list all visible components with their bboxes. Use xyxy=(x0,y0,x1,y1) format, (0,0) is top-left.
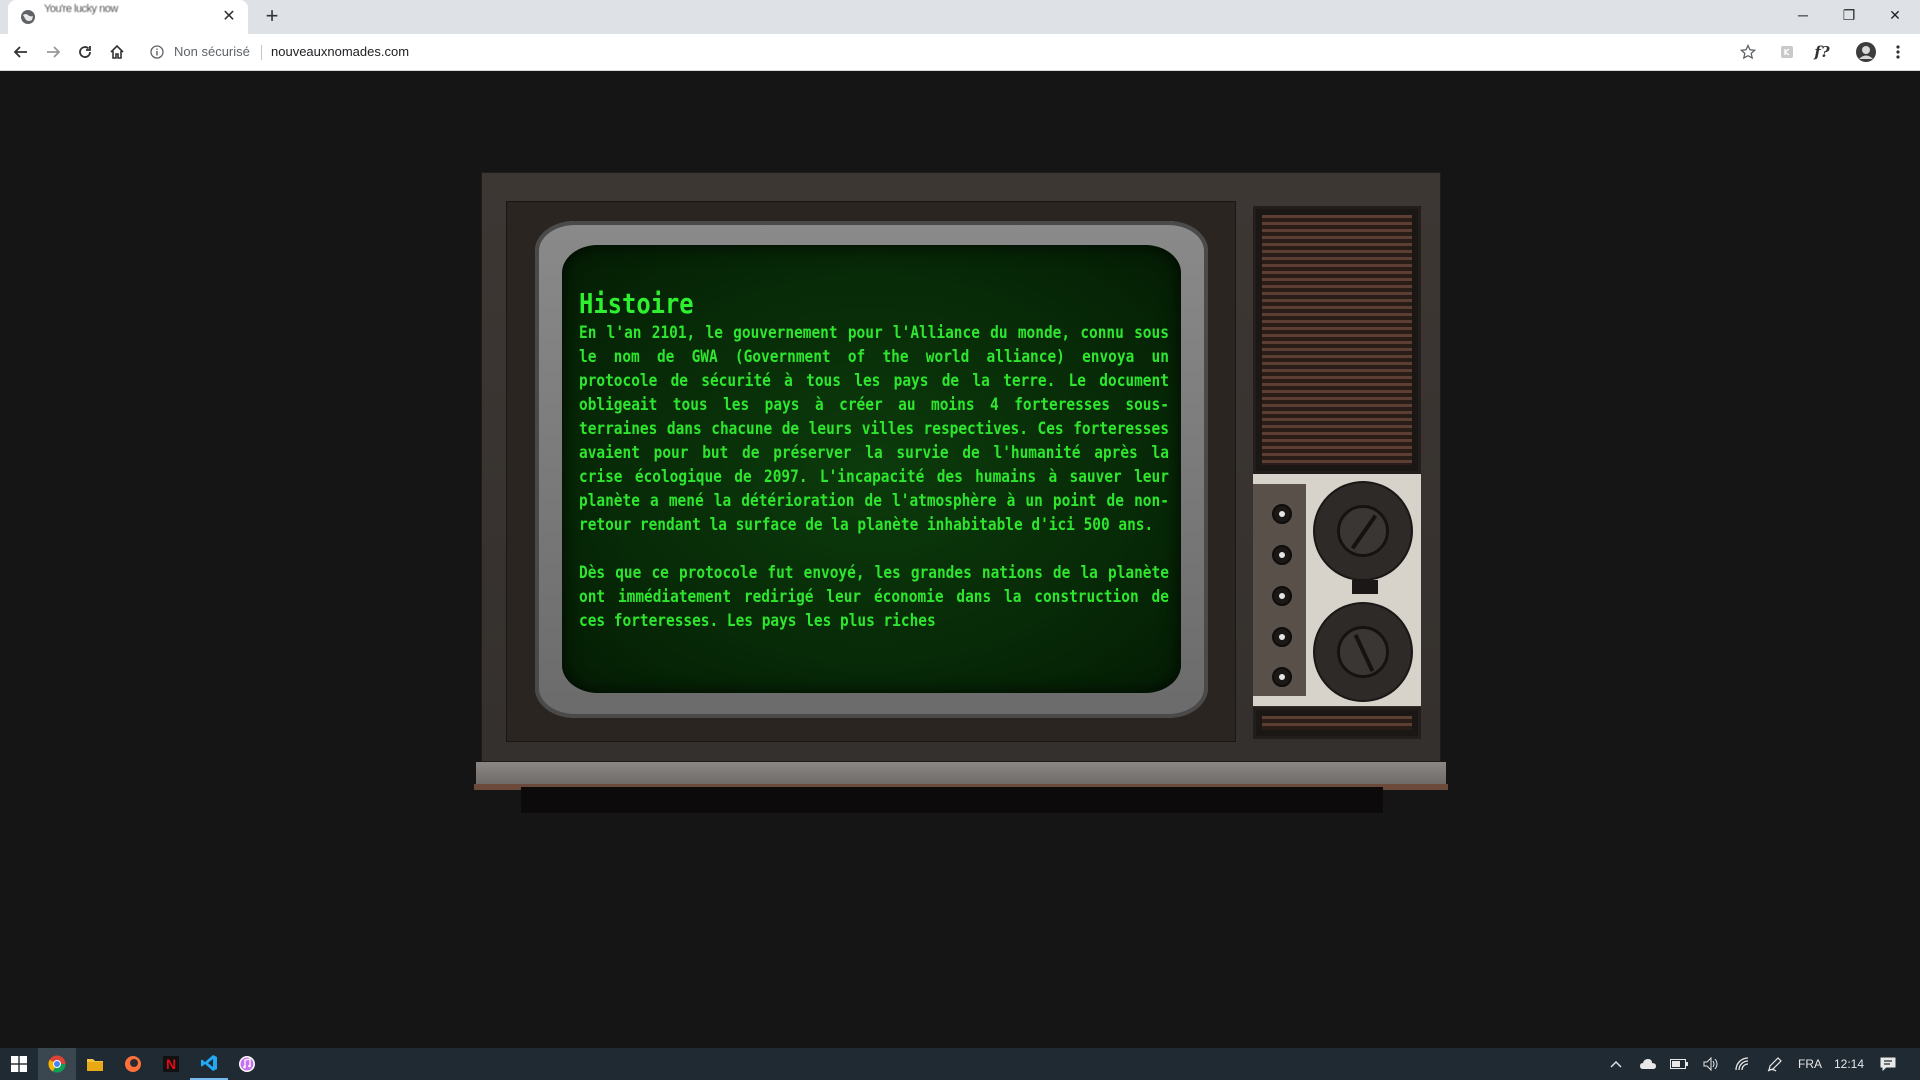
minimize-button[interactable]: ─ xyxy=(1780,0,1826,30)
taskbar-chrome[interactable] xyxy=(38,1048,76,1080)
dial-indicator xyxy=(1353,634,1375,672)
tray-notifications[interactable] xyxy=(1874,1048,1902,1080)
taskbar-netflix[interactable]: N xyxy=(152,1048,190,1080)
pen-icon xyxy=(1767,1057,1782,1072)
star-icon xyxy=(1740,44,1756,60)
tv-dial-bottom[interactable] xyxy=(1315,604,1411,700)
omnibox-separator xyxy=(261,45,262,60)
reload-button[interactable] xyxy=(70,38,100,66)
security-label[interactable]: Non sécurisé xyxy=(174,44,250,59)
tv-button[interactable] xyxy=(1272,545,1292,565)
forward-button[interactable] xyxy=(38,38,68,66)
extension-button-2[interactable]: f? xyxy=(1808,38,1836,66)
vent-slats xyxy=(1262,716,1412,730)
tray-onedrive[interactable] xyxy=(1636,1048,1660,1080)
tv-button-strip xyxy=(1253,484,1306,696)
tv-screen: Histoire En l'an 2101, le gouvernement p… xyxy=(562,245,1181,693)
itunes-icon xyxy=(239,1056,255,1072)
wifi-icon xyxy=(1735,1057,1749,1071)
tray-volume[interactable] xyxy=(1699,1048,1723,1080)
dial-center xyxy=(1337,505,1389,557)
url-text[interactable]: nouveauxnomades.com xyxy=(271,44,409,59)
address-bar[interactable]: Non sécurisé nouveauxnomades.com xyxy=(142,38,1762,66)
tv-stand xyxy=(521,787,1383,813)
speaker-icon xyxy=(1703,1057,1718,1071)
tab-close-button[interactable]: ✕ xyxy=(220,8,238,26)
restore-button[interactable]: ❐ xyxy=(1826,0,1872,30)
home-button[interactable] xyxy=(102,38,132,66)
dial-indicator xyxy=(1350,514,1378,550)
tray-pen[interactable] xyxy=(1763,1048,1787,1080)
tray-battery[interactable] xyxy=(1667,1048,1691,1080)
extension-icon xyxy=(1781,46,1793,58)
folder-icon xyxy=(87,1059,103,1071)
screen-text-area[interactable]: Histoire En l'an 2101, le gouvernement p… xyxy=(579,287,1169,649)
screen-paragraph: Dès que ce protocole fut envoyé, les gra… xyxy=(579,563,1169,631)
start-button[interactable] xyxy=(0,1048,38,1080)
browser-toolbar: Non sécurisé nouveauxnomades.com f? xyxy=(0,34,1920,71)
screen-paragraph: En l'an 2101, le gouvernement pour l'All… xyxy=(579,323,1169,535)
profile-button[interactable] xyxy=(1852,38,1880,66)
tv-control-panel xyxy=(1253,474,1421,706)
back-button[interactable] xyxy=(6,38,36,66)
tv-button[interactable] xyxy=(1272,667,1292,687)
speaker-slats xyxy=(1262,215,1412,465)
taskbar: N FRA 12:14 xyxy=(0,1048,1920,1080)
tray-clock[interactable]: 12:14 xyxy=(1830,1048,1868,1080)
screen-title: Histoire xyxy=(579,287,694,320)
tray-language[interactable]: FRA xyxy=(1794,1048,1826,1080)
tray-network[interactable] xyxy=(1731,1048,1755,1080)
cloud-icon xyxy=(1640,1059,1656,1069)
page-content: Histoire En l'an 2101, le gouvernement p… xyxy=(0,72,1920,1048)
notification-icon xyxy=(1880,1057,1896,1071)
taskbar-firefox[interactable] xyxy=(114,1048,152,1080)
tv-button[interactable] xyxy=(1272,586,1292,606)
firefox-icon xyxy=(125,1056,141,1072)
bookmark-button[interactable] xyxy=(1734,38,1762,66)
taskbar-vscode[interactable] xyxy=(190,1048,228,1080)
windows-start-icon xyxy=(11,1056,27,1072)
taskbar-itunes[interactable] xyxy=(228,1048,266,1080)
tv-screen-housing: Histoire En l'an 2101, le gouvernement p… xyxy=(506,201,1236,742)
tv-cabinet: Histoire En l'an 2101, le gouvernement p… xyxy=(481,172,1441,762)
browser-tab[interactable]: You're lucky now ✕ xyxy=(8,0,248,34)
tv-button[interactable] xyxy=(1272,627,1292,647)
globe-icon xyxy=(21,10,35,24)
extension-button-1[interactable] xyxy=(1773,38,1801,66)
kebab-menu-icon xyxy=(1896,45,1900,59)
tv-button[interactable] xyxy=(1272,504,1292,524)
new-tab-button[interactable]: + xyxy=(260,5,284,29)
chevron-up-icon xyxy=(1610,1061,1622,1068)
tv-indicator-slot xyxy=(1352,580,1378,594)
chrome-icon xyxy=(48,1055,66,1073)
avatar-icon xyxy=(1856,42,1876,62)
battery-icon xyxy=(1670,1059,1688,1069)
menu-button[interactable] xyxy=(1884,38,1912,66)
tray-overflow-button[interactable] xyxy=(1604,1048,1628,1080)
tv-speaker-grille xyxy=(1253,206,1421,474)
tab-title: You're lucky now xyxy=(44,4,118,15)
home-icon xyxy=(110,44,124,59)
vscode-icon xyxy=(201,1055,217,1071)
arrow-right-icon xyxy=(47,46,61,58)
dial-center xyxy=(1337,626,1389,678)
reload-icon xyxy=(79,46,91,58)
tv-bottom-vent xyxy=(1253,707,1421,739)
tv-base xyxy=(476,762,1446,784)
arrow-left-icon xyxy=(13,46,27,58)
taskbar-file-explorer[interactable] xyxy=(76,1048,114,1080)
browser-titlebar: You're lucky now ✕ + ─ ❐ ✕ xyxy=(0,0,1920,34)
tv-dial-top[interactable] xyxy=(1315,483,1411,579)
info-icon[interactable] xyxy=(150,45,164,59)
netflix-icon: N xyxy=(163,1056,179,1072)
window-close-button[interactable]: ✕ xyxy=(1872,0,1918,30)
